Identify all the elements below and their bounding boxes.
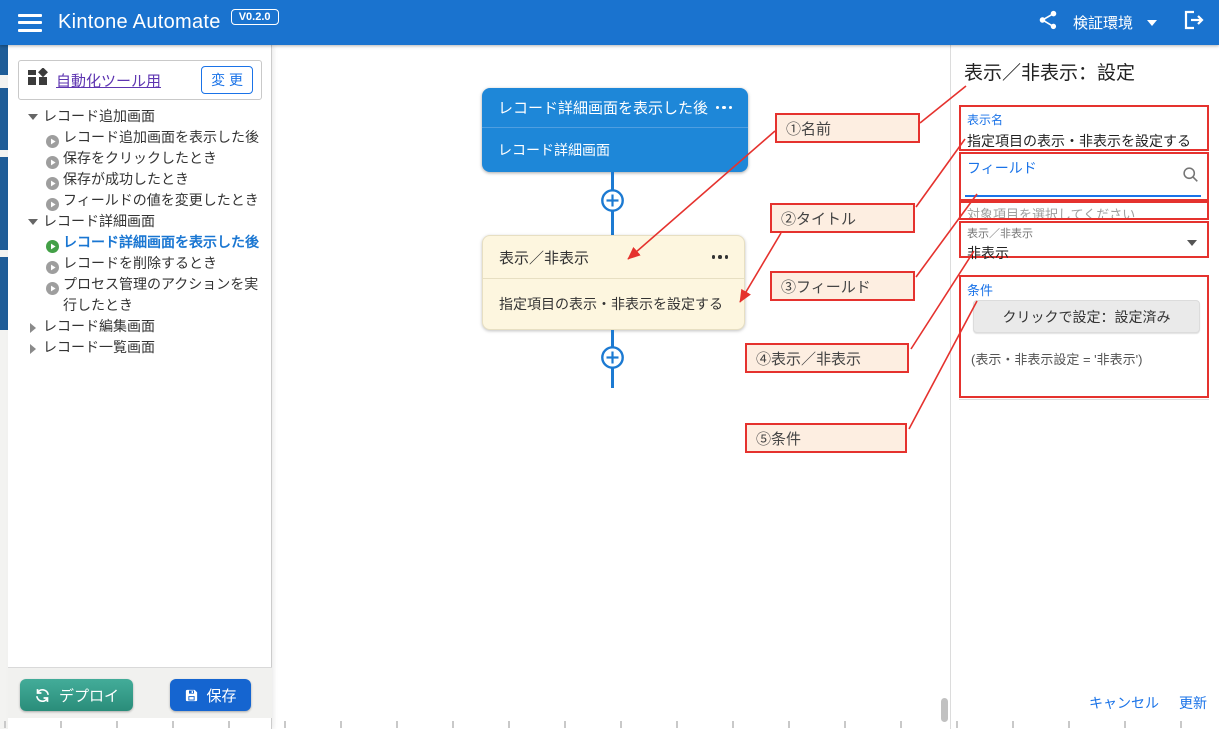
- save-icon: [184, 688, 199, 703]
- more-options-icon[interactable]: [712, 255, 729, 259]
- play-icon-active: [46, 240, 59, 253]
- share-icon[interactable]: [1037, 9, 1059, 36]
- settings-panel: 表示／非表示：設定 表示名 指定項目の表示・非表示を設定する フィールド 対象項…: [950, 45, 1219, 729]
- hamburger-menu-icon[interactable]: [18, 14, 42, 32]
- condition-set-button[interactable]: クリックで設定：設定済み: [973, 300, 1200, 333]
- more-options-icon[interactable]: [716, 106, 733, 110]
- caret-right-icon: [30, 323, 36, 333]
- play-icon: [46, 177, 59, 190]
- app-title: Kintone Automate: [58, 11, 221, 34]
- play-icon: [46, 198, 59, 211]
- field-placeholder: 対象項目を選択してください: [967, 204, 1201, 220]
- tree-group-record-list[interactable]: レコード一覧画面: [8, 337, 272, 358]
- play-icon: [46, 135, 59, 148]
- annotation-visibility: ④表示／非表示: [745, 343, 909, 373]
- caret-down-icon: [28, 114, 38, 120]
- visibility-value: 非表示: [967, 243, 1201, 263]
- app-name-link[interactable]: 自動化ツール用: [56, 70, 161, 91]
- play-icon: [46, 156, 59, 169]
- condition-section: 条件 クリックで設定：設定済み (表示・非表示設定 = '非表示'): [959, 275, 1209, 398]
- display-name-label: 表示名: [967, 111, 1201, 128]
- tree-event-selected[interactable]: レコード詳細画面を表示した後: [8, 232, 272, 253]
- input-focus-underline: [965, 195, 1201, 197]
- annotation-name: ①名前: [775, 113, 920, 143]
- caret-down-icon: [28, 219, 38, 225]
- condition-expression: (表示・非表示設定 = '非表示'): [971, 349, 1142, 368]
- action-node[interactable]: 表示／非表示 指定項目の表示・非表示を設定する: [482, 235, 745, 330]
- panel-divider: [959, 399, 1209, 400]
- tree-event[interactable]: プロセス管理のアクションを実行したとき: [8, 274, 272, 316]
- left-edge-strip: [0, 45, 8, 729]
- select-caret-icon: [1187, 240, 1197, 246]
- visibility-label: 表示／非表示: [967, 225, 1201, 241]
- canvas-scrollbar-thumb[interactable]: [941, 698, 948, 722]
- panel-title: 表示／非表示：設定: [964, 58, 1135, 85]
- tree-event[interactable]: レコード追加画面を表示した後: [8, 127, 272, 148]
- version-badge: V0.2.0: [231, 9, 279, 25]
- annotation-condition: ⑤条件: [745, 423, 907, 453]
- field-label: フィールド: [967, 158, 1201, 178]
- caret-right-icon: [30, 344, 36, 354]
- play-icon: [46, 282, 59, 295]
- kintone-app-icon: [27, 68, 48, 93]
- event-tree: レコード追加画面 レコード追加画面を表示した後 保存をクリックしたとき 保存が成…: [8, 106, 272, 358]
- logout-icon[interactable]: [1181, 8, 1205, 37]
- bottom-tick-marks: [4, 721, 1214, 728]
- annotation-title: ②タイトル: [770, 203, 915, 233]
- tree-event[interactable]: フィールドの値を変更したとき: [8, 190, 272, 211]
- tree-event[interactable]: レコードを削除するとき: [8, 253, 272, 274]
- display-name-value: 指定項目の表示・非表示を設定する: [967, 131, 1201, 151]
- sync-icon: [34, 687, 51, 704]
- condition-label: 条件: [967, 280, 1201, 299]
- trigger-node-subtitle: レコード詳細画面: [498, 140, 610, 160]
- action-node-subtitle: 指定項目の表示・非表示を設定する: [499, 294, 723, 314]
- search-icon[interactable]: [1182, 166, 1199, 188]
- app-header: Kintone Automate V0.2.0 検証環境: [0, 0, 1219, 45]
- save-button[interactable]: 保存: [170, 679, 251, 711]
- add-step-button[interactable]: [599, 187, 626, 214]
- app-window: Kintone Automate V0.2.0 検証環境 自動化ツール用 変 更: [0, 0, 1219, 729]
- deploy-button[interactable]: デプロイ: [20, 679, 133, 711]
- tree-event[interactable]: 保存が成功したとき: [8, 169, 272, 190]
- cancel-link[interactable]: キャンセル: [1089, 693, 1159, 713]
- tree-event[interactable]: 保存をクリックしたとき: [8, 148, 272, 169]
- environment-dropdown-icon[interactable]: [1147, 20, 1157, 26]
- tree-group-record-add[interactable]: レコード追加画面: [8, 106, 272, 127]
- change-app-button[interactable]: 変 更: [201, 66, 253, 94]
- tree-group-record-edit[interactable]: レコード編集画面: [8, 316, 272, 337]
- field-select-input[interactable]: フィールド: [959, 152, 1209, 201]
- action-node-title: 表示／非表示: [499, 247, 589, 268]
- trigger-node-title: レコード詳細画面を表示した後: [498, 97, 708, 118]
- sidebar: 自動化ツール用 変 更 レコード追加画面 レコード追加画面を表示した後 保存をク…: [8, 45, 272, 729]
- annotation-field: ③フィールド: [770, 271, 915, 301]
- play-icon: [46, 261, 59, 274]
- sidebar-footer: デプロイ 保存: [8, 667, 272, 718]
- visibility-select[interactable]: 表示／非表示 非表示: [959, 221, 1209, 258]
- update-link[interactable]: 更新: [1179, 693, 1207, 713]
- tree-group-record-detail[interactable]: レコード詳細画面: [8, 211, 272, 232]
- field-helper-box: 対象項目を選択してください: [959, 201, 1209, 220]
- trigger-node[interactable]: レコード詳細画面を表示した後 レコード詳細画面: [482, 88, 748, 172]
- display-name-field[interactable]: 表示名 指定項目の表示・非表示を設定する: [959, 105, 1209, 151]
- environment-name: 検証環境: [1073, 12, 1133, 33]
- add-step-button[interactable]: [599, 344, 626, 371]
- flow-canvas: レコード詳細画面を表示した後 レコード詳細画面 表示／非表示 指定項目の表示・非…: [272, 45, 950, 729]
- app-selector-box: 自動化ツール用 変 更: [18, 60, 262, 100]
